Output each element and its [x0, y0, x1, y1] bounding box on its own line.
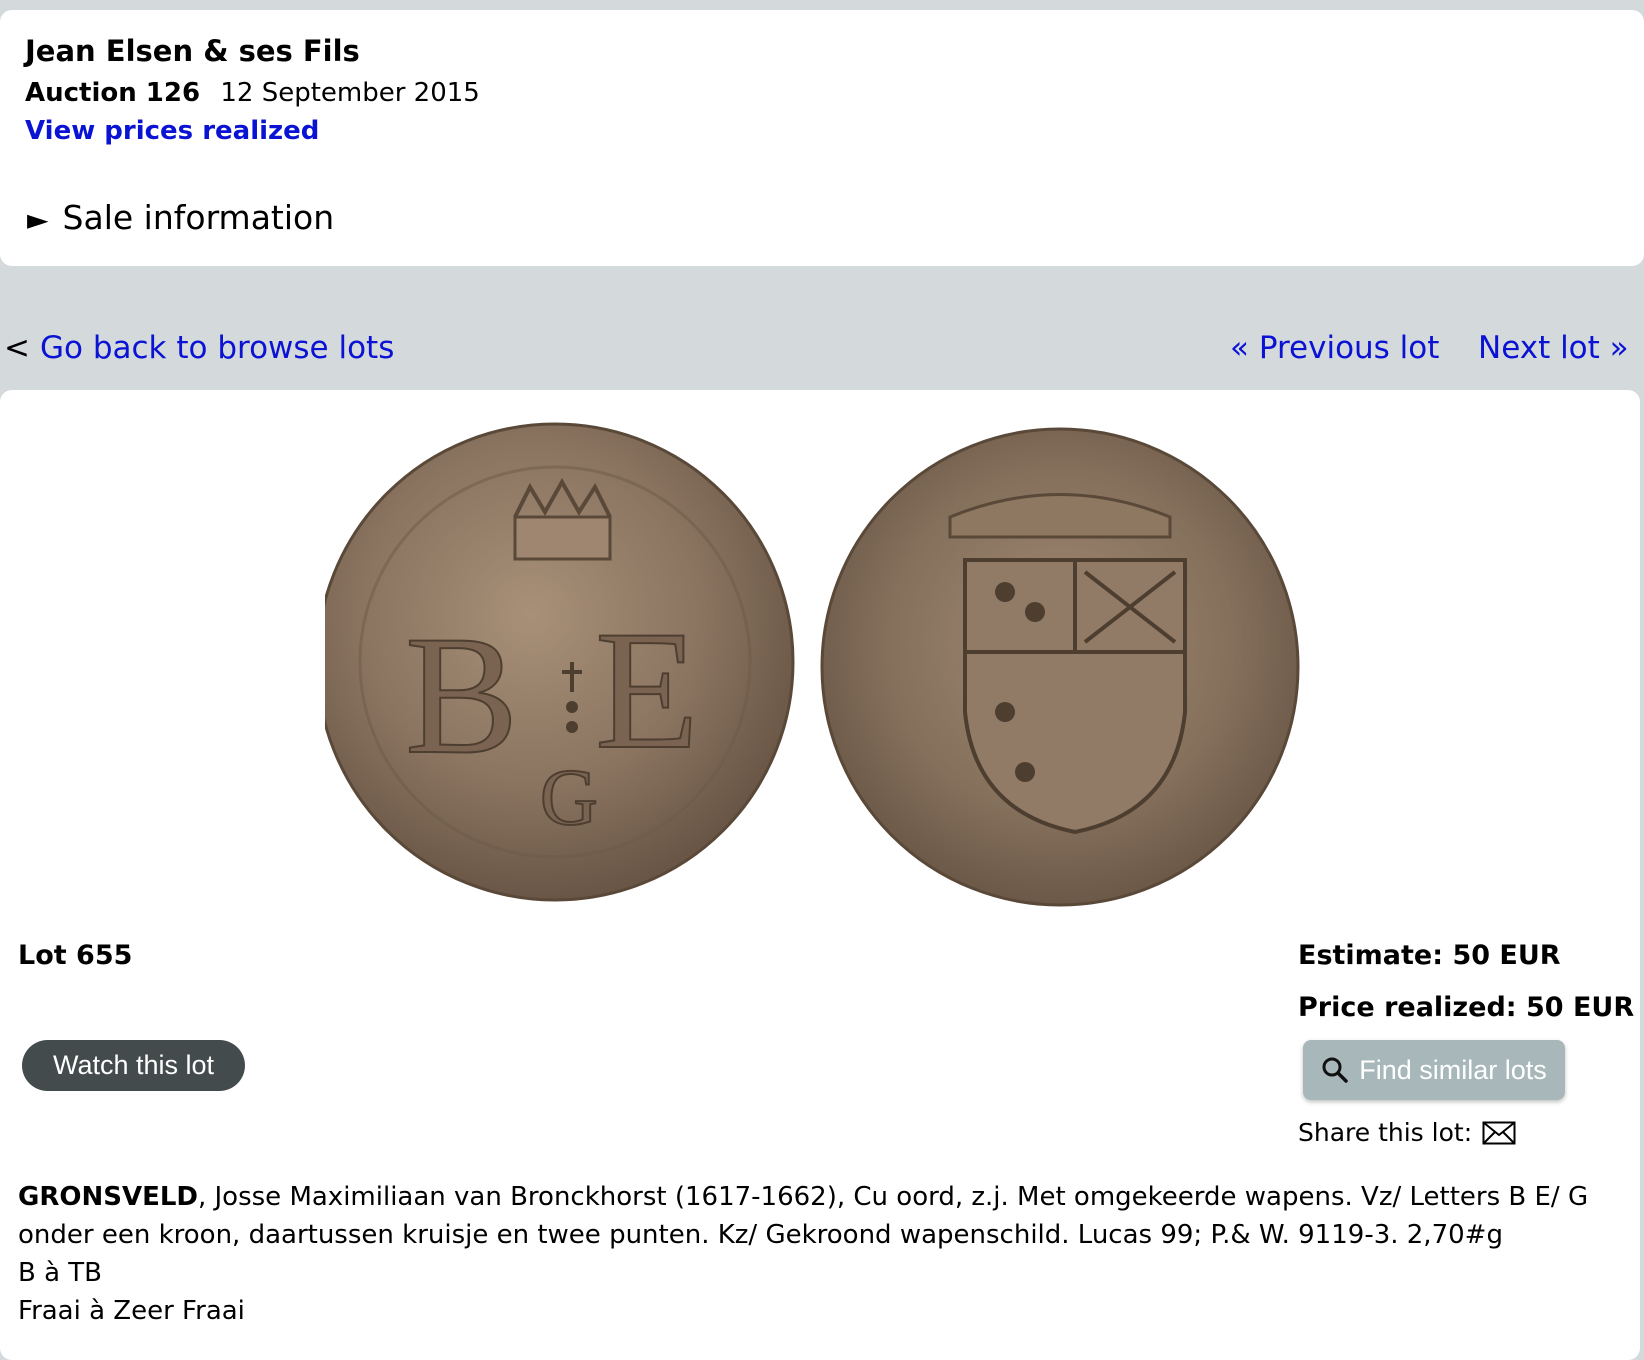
search-icon	[1322, 1057, 1348, 1083]
auction-number: Auction 126	[25, 78, 201, 108]
next-lot-link[interactable]: Next lot »	[1478, 330, 1629, 366]
watch-lot-button[interactable]: Watch this lot	[22, 1040, 245, 1091]
lot-price-realized: Price realized: 50 EUR	[1298, 992, 1635, 1023]
auction-date: 12 September 2015	[220, 78, 480, 108]
auction-house-name: Jean Elsen & ses Fils	[25, 34, 360, 68]
previous-lot-link[interactable]: « Previous lot	[1230, 330, 1439, 366]
svg-text:G: G	[540, 754, 598, 842]
back-to-browse-link[interactable]: Go back to browse lots	[40, 330, 394, 366]
back-navigation: < Go back to browse lots	[4, 330, 394, 366]
lot-detail-card: B E G Lot 655 Estimate: 50 EUR Price rea…	[0, 390, 1640, 1360]
sale-information-toggle[interactable]: ► Sale information	[27, 198, 334, 237]
svg-text:B: B	[405, 601, 518, 789]
share-lot: Share this lot:	[1298, 1118, 1516, 1147]
share-label: Share this lot:	[1298, 1118, 1473, 1147]
coin-obverse: B E G	[325, 422, 795, 902]
lot-description-title: GRONSVELD	[18, 1182, 198, 1212]
coin-reverse	[820, 427, 1300, 907]
svg-text:E: E	[595, 596, 699, 784]
back-chevron: <	[4, 330, 30, 366]
sale-information-label: Sale information	[62, 198, 335, 237]
mail-icon[interactable]	[1482, 1121, 1516, 1145]
lot-description-text: , Josse Maximiliaan van Bronckhorst (161…	[18, 1182, 1589, 1250]
auction-info-line: Auction 126 12 September 2015	[25, 78, 480, 108]
find-similar-lots-label: Find similar lots	[1359, 1054, 1547, 1085]
auction-header-card: Jean Elsen & ses Fils Auction 126 12 Sep…	[0, 10, 1644, 266]
find-similar-lots-button[interactable]: Find similar lots	[1303, 1040, 1565, 1100]
coin-image[interactable]: B E G	[325, 412, 1315, 912]
lot-description: GRONSVELD, Josse Maximiliaan van Bronckh…	[18, 1178, 1628, 1330]
view-prices-realized-link[interactable]: View prices realized	[25, 116, 319, 146]
lot-number: Lot 655	[18, 940, 133, 971]
triangle-right-icon: ►	[27, 203, 49, 236]
lot-estimate: Estimate: 50 EUR	[1298, 940, 1561, 971]
lot-grade-dutch: Fraai à Zeer Fraai	[18, 1296, 245, 1326]
lot-navigation: < Go back to browse lots « Previous lot N…	[0, 330, 1644, 370]
lot-grade-french: B à TB	[18, 1258, 103, 1288]
